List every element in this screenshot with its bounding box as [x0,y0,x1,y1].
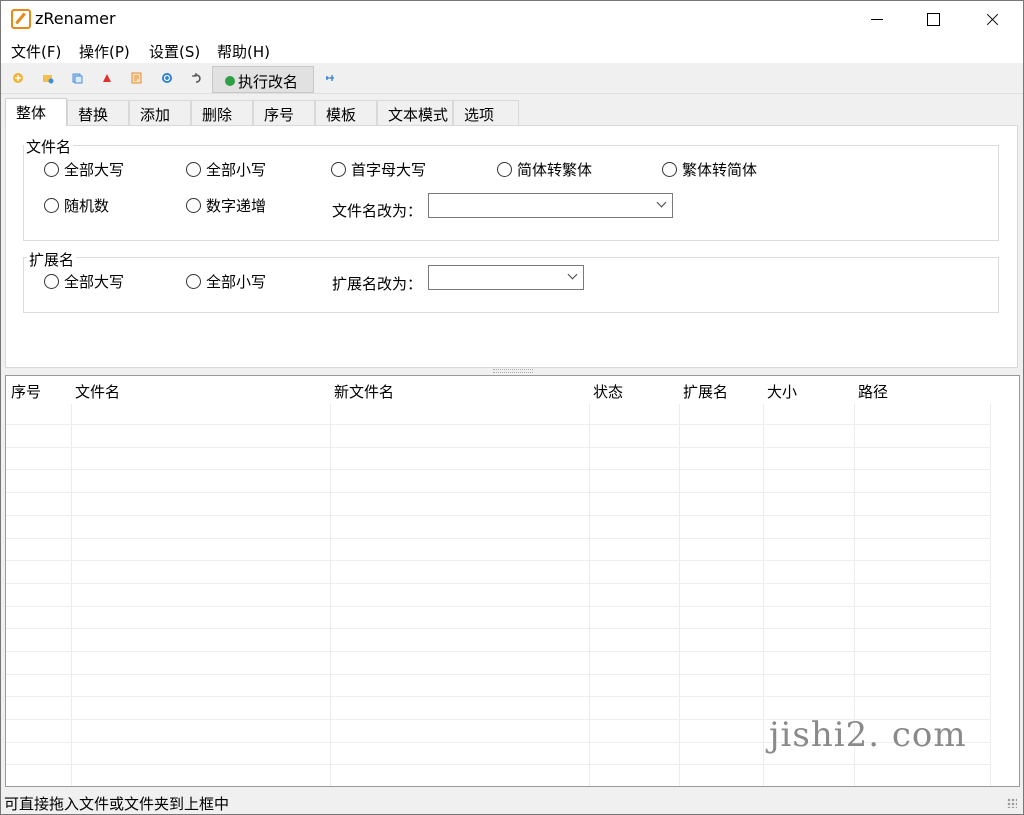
filename-group-label: 文件名 [24,136,74,157]
table-row-divider [6,628,991,629]
tab-overall[interactable]: 整体 [5,98,67,126]
tab-options[interactable]: 选项 [453,100,519,125]
undo-icon[interactable] [191,72,203,84]
remove-icon[interactable] [101,72,113,84]
traditional-to-simplified-radio[interactable]: 繁体转简体 [662,159,757,180]
table-row-divider [6,696,991,697]
app-window: zRenamer 文件(F) 操作(P) 设置(S) 帮助(H) 执行改名 整体… [0,0,1024,815]
tab-sequence[interactable]: 序号 [253,100,315,125]
status-bar: 可直接拖入文件或文件夹到上框中 [1,790,1023,814]
filename-capitalize-radio[interactable]: 首字母大写 [331,159,426,180]
close-button[interactable] [963,1,1021,37]
toolbar: 执行改名 [1,64,1023,94]
run-rename-label: 执行改名 [238,73,299,91]
menu-settings[interactable]: 设置(S) [149,41,200,62]
table-row-divider [6,583,991,584]
extension-group-label: 扩展名 [27,249,77,270]
refresh-icon[interactable] [161,72,173,84]
table-row-divider [6,492,991,493]
maximize-button[interactable] [905,1,963,37]
table-row-divider [6,515,991,516]
splitter-handle[interactable] [493,369,533,373]
window-title: zRenamer [35,9,116,28]
table-row-divider [6,674,991,675]
table-header: 序号 文件名 新文件名 状态 扩展名 大小 路径 [6,376,1019,404]
filename-rename-combo[interactable] [428,193,673,218]
chevron-down-icon [656,197,667,208]
menu-file[interactable]: 文件(F) [11,41,61,62]
minimize-button[interactable] [849,1,907,37]
filename-rename-label: 文件名改为： [332,202,423,220]
column-header-index[interactable]: 序号 [11,381,41,402]
column-header-size[interactable]: 大小 [767,381,797,402]
tab-delete[interactable]: 删除 [191,100,253,125]
tab-panel-overall: 文件名 全部大写 全部小写 首字母大写 简体转繁体 繁体转简体 随机数 数字递增… [5,125,1018,368]
column-header-extension[interactable]: 扩展名 [683,381,728,402]
tab-text-mode[interactable]: 文本模式 [377,100,453,125]
table-row-divider [6,764,991,765]
table-row-divider [6,651,991,652]
column-header-status[interactable]: 状态 [593,381,623,402]
app-logo-icon [11,9,31,29]
table-row-divider [6,560,991,561]
menu-help[interactable]: 帮助(H) [217,41,270,62]
menu-bar: 文件(F) 操作(P) 设置(S) 帮助(H) [1,37,1023,63]
status-text: 可直接拖入文件或文件夹到上框中 [4,795,230,813]
watermark: jishi2. com [769,715,967,755]
filename-uppercase-radio[interactable]: 全部大写 [44,159,124,180]
resize-grip-icon[interactable] [1007,798,1017,808]
tab-add[interactable]: 添加 [129,100,191,125]
ext-rename-combo[interactable] [428,265,584,290]
copy-icon[interactable] [71,72,83,84]
column-header-path[interactable]: 路径 [858,381,888,402]
pin-icon[interactable] [324,72,336,84]
table-row-divider [6,606,991,607]
ext-uppercase-radio[interactable]: 全部大写 [44,271,124,292]
random-number-radio[interactable]: 随机数 [44,195,109,216]
table-row-divider [6,469,991,470]
add-folder-icon[interactable] [42,72,54,84]
column-header-new-filename[interactable]: 新文件名 [334,381,394,402]
tab-template[interactable]: 模板 [315,100,377,125]
run-rename-button[interactable]: 执行改名 [212,66,314,93]
number-increment-radio[interactable]: 数字递增 [186,195,266,216]
simplified-to-traditional-radio[interactable]: 简体转繁体 [497,159,592,180]
ext-lowercase-radio[interactable]: 全部小写 [186,271,266,292]
chevron-down-icon [567,269,578,280]
table-row-divider [6,447,991,448]
column-header-filename[interactable]: 文件名 [75,381,120,402]
tab-replace[interactable]: 替换 [67,100,129,125]
filename-lowercase-radio[interactable]: 全部小写 [186,159,266,180]
edit-icon[interactable] [131,72,143,84]
check-icon [225,76,235,86]
menu-operation[interactable]: 操作(P) [79,41,130,62]
table-row-divider [6,538,991,539]
ext-rename-label: 扩展名改为： [332,275,423,293]
title-bar[interactable]: zRenamer [1,1,1023,37]
add-file-icon[interactable] [12,72,24,84]
table-row-divider [6,424,991,425]
